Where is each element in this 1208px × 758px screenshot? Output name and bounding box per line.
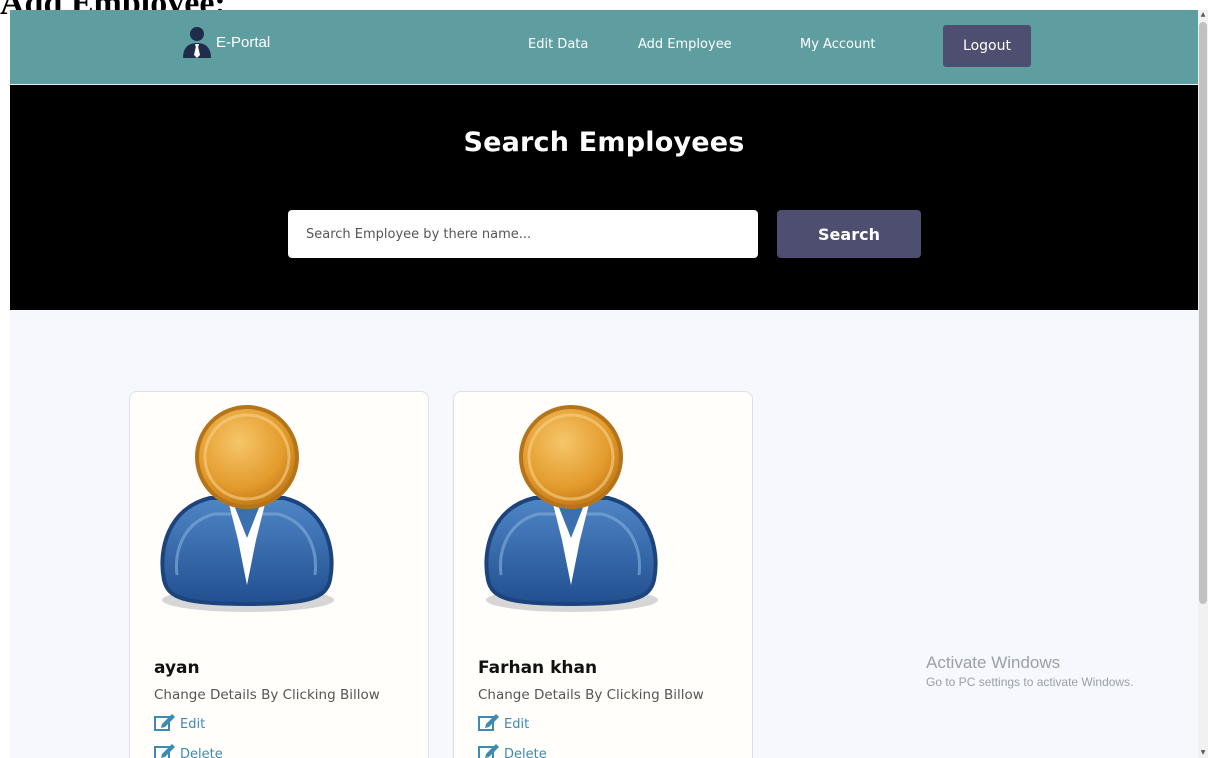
activate-windows-watermark: Activate Windows Go to PC settings to ac… <box>926 653 1133 689</box>
browser-viewport: E-Portal Edit Data Add Employee My Accou… <box>10 10 1198 758</box>
delete-link[interactable]: Delete <box>478 742 547 758</box>
employee-name: ayan <box>154 658 200 678</box>
user-avatar-icon <box>160 405 334 612</box>
scroll-thumb[interactable] <box>1199 22 1207 604</box>
employee-subtitle: Change Details By Clicking Billow <box>154 687 380 703</box>
edit-label: Edit <box>180 717 206 732</box>
nav-add-employee[interactable]: Add Employee <box>638 37 732 52</box>
employee-card: ayan Change Details By Clicking Billow E… <box>129 391 429 758</box>
delete-label: Delete <box>504 747 547 758</box>
vertical-scrollbar[interactable]: ▲ ▼ <box>1198 10 1208 758</box>
search-hero: Search Employees Search <box>10 85 1198 310</box>
watermark-title: Activate Windows <box>926 653 1061 672</box>
delete-icon <box>154 744 175 758</box>
brand-label: E-Portal <box>216 33 271 51</box>
delete-label: Delete <box>180 747 223 758</box>
delete-link[interactable]: Delete <box>154 742 223 758</box>
employee-name: Farhan khan <box>478 658 598 678</box>
edit-link[interactable]: Edit <box>154 712 205 732</box>
logout-button[interactable]: Logout <box>943 25 1031 67</box>
nav-my-account[interactable]: My Account <box>800 37 876 52</box>
search-input[interactable] <box>288 210 758 258</box>
delete-icon <box>478 744 499 758</box>
employee-card: Farhan khan Change Details By Clicking B… <box>453 391 753 758</box>
user-avatar-icon <box>484 405 658 612</box>
user-tie-icon <box>183 27 211 58</box>
employee-subtitle: Change Details By Clicking Billow <box>478 687 704 703</box>
navbar: E-Portal Edit Data Add Employee My Accou… <box>10 10 1198 85</box>
brand-logo[interactable]: E-Portal <box>180 24 270 60</box>
nav-edit-data[interactable]: Edit Data <box>528 37 588 52</box>
scroll-down-icon[interactable]: ▼ <box>1198 748 1208 758</box>
search-button[interactable]: Search <box>777 210 921 258</box>
edit-icon <box>154 714 175 731</box>
edit-label: Edit <box>504 717 530 732</box>
edit-icon <box>478 714 499 731</box>
watermark-subtitle: Go to PC settings to activate Windows. <box>926 675 1134 689</box>
edit-link[interactable]: Edit <box>478 712 529 732</box>
page-title: Search Employees <box>463 127 745 158</box>
scroll-up-icon[interactable]: ▲ <box>1198 10 1208 20</box>
